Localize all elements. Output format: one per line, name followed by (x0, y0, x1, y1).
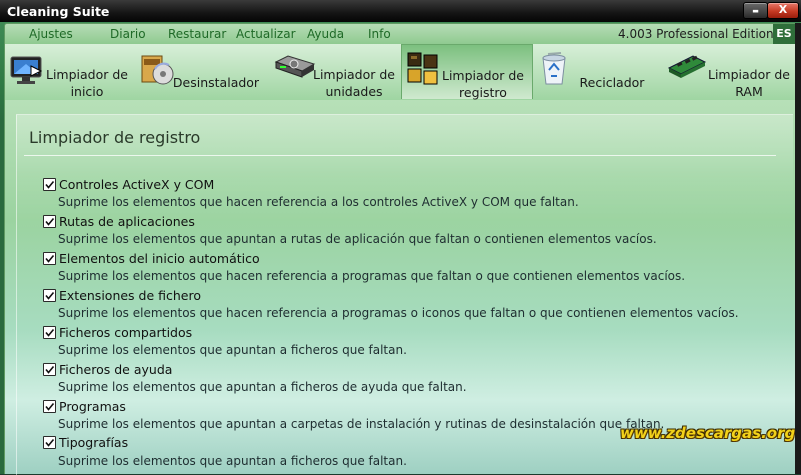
option-label[interactable]: Controles ActiveX y COM (59, 177, 214, 192)
menu-info[interactable]: Info (368, 27, 391, 41)
option-checkbox-rutas[interactable] (43, 215, 56, 228)
menu-diario[interactable]: Diario (110, 27, 146, 41)
checkmark-icon (45, 291, 55, 300)
option-label[interactable]: Tipografías (59, 435, 128, 450)
tab-desinstalador[interactable]: Desinstalador (137, 44, 263, 98)
close-icon: X (778, 3, 788, 16)
tab-label: Limpiador de registro (441, 68, 524, 100)
window-title: Cleaning Suite (7, 4, 110, 19)
tab-limpiador-ram[interactable]: Limpiador de RAM (665, 44, 795, 99)
checkmark-icon (45, 328, 55, 337)
minimize-button[interactable]: ▬ (743, 2, 768, 19)
tab-label: Limpiador de RAM (707, 67, 790, 99)
checkmark-icon (45, 365, 55, 374)
tab-strip: Limpiador de inicio Desinstalador Limpiad… (4, 44, 797, 100)
title-divider (24, 155, 776, 156)
option-checkbox-extensiones[interactable] (43, 289, 56, 302)
option-checkbox-compartidos[interactable] (43, 326, 56, 339)
monitor-icon (10, 56, 43, 84)
checkmark-icon (45, 254, 55, 263)
option-label[interactable]: Extensiones de fichero (59, 288, 201, 303)
option-description: Suprime los elementos que hacen referenc… (58, 269, 686, 283)
tab-label: Desinstalador (172, 75, 260, 90)
option-description: Suprime los elementos que hacen referenc… (58, 306, 739, 320)
option-checkbox-tipografias[interactable] (43, 436, 56, 449)
watermark: www.zdescargas.org (620, 424, 796, 442)
language-button[interactable]: ES (773, 24, 795, 44)
edition-label: 4.003 Professional Edition (618, 27, 774, 41)
option-label[interactable]: Elementos del inicio automático (59, 251, 260, 266)
title-bar: Cleaning Suite ▬ X (0, 0, 801, 23)
minimize-icon: ▬ (752, 7, 759, 15)
option-checkbox-ayuda[interactable] (43, 363, 56, 376)
option-checkbox-activex[interactable] (43, 178, 56, 191)
option-description: Suprime los elementos que apuntan a ruta… (58, 232, 657, 246)
menu-ayuda[interactable]: Ayuda (307, 27, 344, 41)
option-description: Suprime los elementos que apuntan a carp… (58, 417, 665, 431)
menu-bar: Ajustes Diario Restaurar Actualizar Ayud… (4, 23, 797, 45)
window-edge (795, 23, 801, 474)
option-label[interactable]: Ficheros de ayuda (59, 362, 172, 377)
option-label[interactable]: Programas (59, 399, 126, 414)
option-description: Suprime los elementos que apuntan a fich… (58, 454, 407, 468)
tab-label: Limpiador de unidades (312, 67, 395, 99)
close-button[interactable]: X (767, 2, 799, 19)
tab-label: Limpiador de inicio (45, 67, 128, 99)
registry-cubes-icon (407, 52, 438, 85)
checkmark-icon (45, 180, 55, 189)
cd-box-icon (141, 55, 174, 85)
page-title: Limpiador de registro (29, 128, 201, 147)
ram-chip-icon (667, 55, 707, 78)
tab-limpiador-unidades[interactable]: Limpiador de unidades (267, 44, 401, 99)
tab-limpiador-registro[interactable]: Limpiador de registro (401, 44, 533, 100)
option-description: Suprime los elementos que apuntan a fich… (58, 380, 467, 394)
tab-limpiador-inicio[interactable]: Limpiador de inicio (7, 44, 135, 99)
checkmark-icon (45, 438, 55, 447)
checkmark-icon (45, 217, 55, 226)
option-label[interactable]: Rutas de aplicaciones (59, 214, 195, 229)
menu-ajustes[interactable]: Ajustes (29, 27, 73, 41)
tab-label: Reciclador (579, 75, 645, 90)
menu-actualizar[interactable]: Actualizar (236, 27, 296, 41)
menu-restaurar[interactable]: Restaurar (168, 27, 226, 41)
tab-reciclador[interactable]: Reciclador (535, 44, 663, 98)
option-checkbox-inicio[interactable] (43, 252, 56, 265)
option-description: Suprime los elementos que apuntan a fich… (58, 343, 407, 357)
option-checkbox-programas[interactable] (43, 400, 56, 413)
option-label[interactable]: Ficheros compartidos (59, 325, 192, 340)
option-description: Suprime los elementos que hacen referenc… (58, 195, 579, 209)
checkmark-icon (45, 402, 55, 411)
